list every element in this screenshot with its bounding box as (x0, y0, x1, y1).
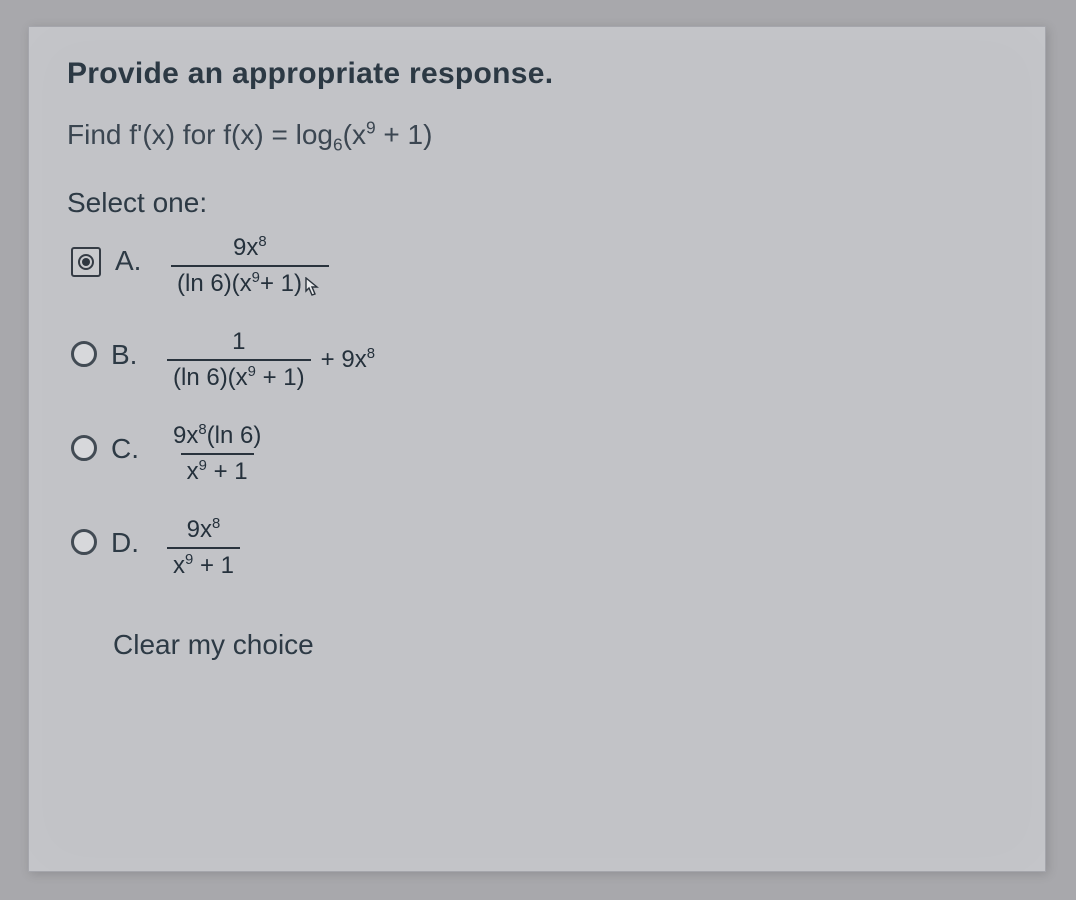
b-den-1: (ln 6)(x (173, 364, 248, 391)
stem-text-2: (x (343, 119, 366, 150)
choice-d-letter: D. (111, 527, 145, 559)
d-den-2: + 1 (193, 552, 234, 579)
a-den-exp: 9 (252, 270, 260, 286)
d-den-1: x (173, 552, 185, 579)
c-den-exp: 9 (199, 458, 207, 474)
b-den-2: + 1) (256, 364, 305, 391)
c-num-2: (ln 6) (207, 422, 262, 449)
c-den-2: + 1 (207, 458, 248, 485)
d-num-1: 9x (187, 516, 212, 543)
a-num-1: 9x (233, 234, 258, 261)
radio-b[interactable] (71, 341, 97, 367)
radio-d[interactable] (71, 529, 97, 555)
select-one-label: Select one: (67, 187, 1007, 219)
a-den-2: + 1) (260, 270, 302, 297)
choices-list: A. 9x8 (ln 6)(x9+ 1) B. (67, 233, 1007, 581)
c-num-exp: 8 (198, 422, 206, 438)
d-num-exp: 8 (212, 516, 220, 532)
choice-b-letter: B. (111, 339, 145, 371)
stem-text-1: Find f'(x) for f(x) = log (67, 119, 333, 150)
question-stem: Find f'(x) for f(x) = log6(x9 + 1) (67, 119, 1007, 151)
question-prompt: Provide an appropriate response. (67, 57, 1007, 91)
b-extra-exp: 8 (367, 346, 375, 362)
cursor-icon (305, 277, 323, 299)
a-num-exp: 8 (258, 234, 266, 250)
choice-d[interactable]: D. 9x8 x9 + 1 (71, 515, 1007, 581)
stem-log-base: 6 (333, 135, 343, 155)
stem-text-3: + 1) (376, 119, 433, 150)
radio-c[interactable] (71, 435, 97, 461)
question-card: Provide an appropriate response. Find f'… (28, 26, 1046, 872)
choice-a-expression: 9x8 (ln 6)(x9+ 1) (169, 233, 331, 299)
choice-d-expression: 9x8 x9 + 1 (165, 515, 242, 581)
b-num: 1 (226, 327, 251, 359)
choice-c-letter: C. (111, 433, 145, 465)
choice-b-expression: 1 (ln 6)(x9 + 1) + 9x8 (165, 327, 375, 393)
b-den-exp: 9 (248, 364, 256, 380)
choice-c[interactable]: C. 9x8(ln 6) x9 + 1 (71, 421, 1007, 487)
c-num-1: 9x (173, 422, 198, 449)
clear-my-choice-link[interactable]: Clear my choice (113, 629, 1007, 661)
choice-a-letter: A. (115, 245, 149, 277)
c-den-1: x (187, 458, 199, 485)
radio-a-selected[interactable] (71, 247, 101, 277)
a-den-1: (ln 6)(x (177, 270, 252, 297)
choice-a[interactable]: A. 9x8 (ln 6)(x9+ 1) (71, 233, 1007, 299)
choice-c-expression: 9x8(ln 6) x9 + 1 (165, 421, 269, 487)
b-extra-1: + 9x (321, 346, 367, 373)
choice-b[interactable]: B. 1 (ln 6)(x9 + 1) + 9x8 (71, 327, 1007, 393)
stem-exponent: 9 (366, 118, 376, 138)
